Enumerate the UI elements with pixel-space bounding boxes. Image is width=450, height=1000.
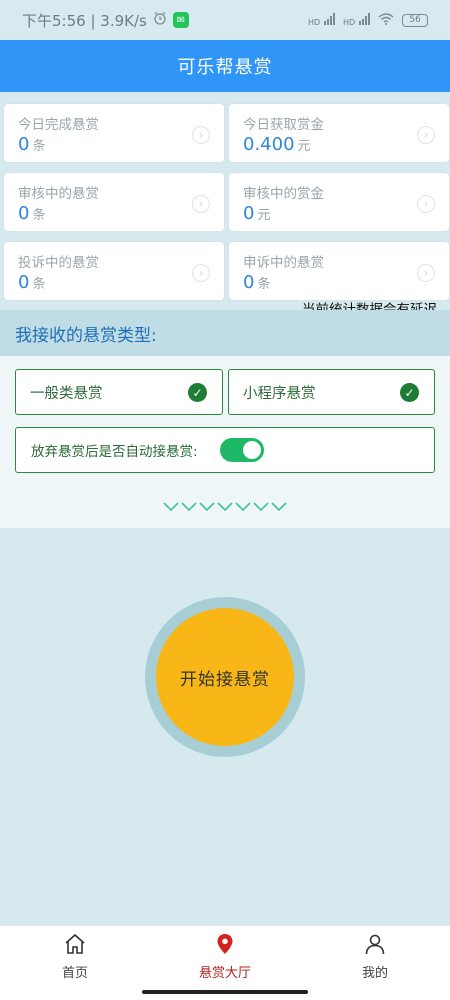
- signal-icon: HD: [308, 12, 335, 28]
- gesture-area: [0, 986, 450, 1000]
- home-icon: [63, 932, 87, 962]
- chevron-right-icon: ›: [192, 195, 210, 213]
- miniprogram-reward-option[interactable]: 小程序悬赏 ✓: [228, 369, 435, 415]
- option-label: 一般类悬赏: [30, 385, 103, 402]
- reward-type-panel: 我接收的悬赏类型: 一般类悬赏 ✓ 小程序悬赏 ✓ 放弃悬赏后是否自动接悬赏:: [0, 310, 450, 528]
- wifi-icon: [378, 12, 394, 28]
- reviewing-rewards-card[interactable]: 审核中的悬赏 0条 ›: [3, 172, 225, 232]
- reviewing-money-card[interactable]: 审核中的赏金 0元 ›: [228, 172, 450, 232]
- location-pin-icon: [213, 932, 237, 962]
- check-icon: ✓: [188, 383, 207, 402]
- card-label: 审核中的悬赏: [18, 186, 99, 202]
- check-icon: ✓: [400, 383, 419, 402]
- nav-reward-hall[interactable]: 悬赏大厅: [150, 926, 300, 986]
- status-right: HD HD 56: [308, 12, 428, 28]
- general-reward-option[interactable]: 一般类悬赏 ✓: [15, 369, 223, 415]
- start-accepting-button[interactable]: 开始接悬赏: [156, 608, 294, 746]
- nav-home[interactable]: 首页: [0, 926, 150, 986]
- today-completed-card[interactable]: 今日完成悬赏 0条 ›: [3, 103, 225, 163]
- start-button-ring: 开始接悬赏: [145, 597, 305, 757]
- battery-icon: 56: [402, 13, 428, 27]
- chevron-right-icon: ›: [417, 264, 435, 282]
- app-header: 可乐帮悬赏: [0, 40, 450, 92]
- auto-accept-toggle[interactable]: [219, 438, 264, 462]
- expand-chevrons-icon[interactable]: [0, 497, 450, 516]
- chevron-right-icon: ›: [417, 126, 435, 144]
- status-bar: 下午5:56 | 3.9K/s ✉ HD HD 56: [0, 0, 450, 40]
- appealing-card[interactable]: 申诉中的悬赏 0条 ›: [228, 241, 450, 301]
- card-value: 0.400 元: [243, 134, 311, 155]
- nav-mine-label: 我的: [361, 965, 388, 981]
- card-label: 申诉中的悬赏: [243, 255, 324, 271]
- card-label: 今日获取赏金: [243, 117, 324, 133]
- chevron-right-icon: ›: [192, 126, 210, 144]
- nav-mine[interactable]: 我的: [300, 926, 450, 986]
- signal-icon-2: HD: [343, 12, 370, 28]
- card-value: 0条: [18, 134, 46, 155]
- auto-accept-label: 放弃悬赏后是否自动接悬赏:: [31, 444, 198, 460]
- card-label: 投诉中的悬赏: [18, 255, 99, 271]
- status-time: 下午5:56 | 3.9K/s: [22, 11, 147, 30]
- bottom-nav: 首页 悬赏大厅 我的: [0, 925, 450, 986]
- card-label: 今日完成悬赏: [18, 117, 99, 133]
- reward-type-title: 我接收的悬赏类型:: [0, 310, 450, 356]
- card-value: 0条: [243, 272, 271, 293]
- card-value: 0条: [18, 203, 46, 224]
- chevron-right-icon: ›: [192, 264, 210, 282]
- card-value: 0元: [243, 203, 271, 224]
- alarm-icon: [153, 11, 167, 29]
- auto-accept-row: 放弃悬赏后是否自动接悬赏:: [15, 427, 435, 473]
- page-title: 可乐帮悬赏: [177, 57, 273, 78]
- home-indicator[interactable]: [142, 990, 308, 994]
- wechat-icon: ✉: [172, 12, 189, 28]
- status-left: 下午5:56 | 3.9K/s ✉: [22, 10, 189, 31]
- nav-home-label: 首页: [61, 965, 88, 981]
- today-earned-card[interactable]: 今日获取赏金 0.400 元 ›: [228, 103, 450, 163]
- card-label: 审核中的赏金: [243, 186, 324, 202]
- option-label: 小程序悬赏: [243, 385, 316, 402]
- card-value: 0条: [18, 272, 46, 293]
- user-icon: [363, 932, 387, 962]
- chevron-right-icon: ›: [417, 195, 435, 213]
- complaining-card[interactable]: 投诉中的悬赏 0条 ›: [3, 241, 225, 301]
- nav-reward-hall-label: 悬赏大厅: [198, 965, 251, 981]
